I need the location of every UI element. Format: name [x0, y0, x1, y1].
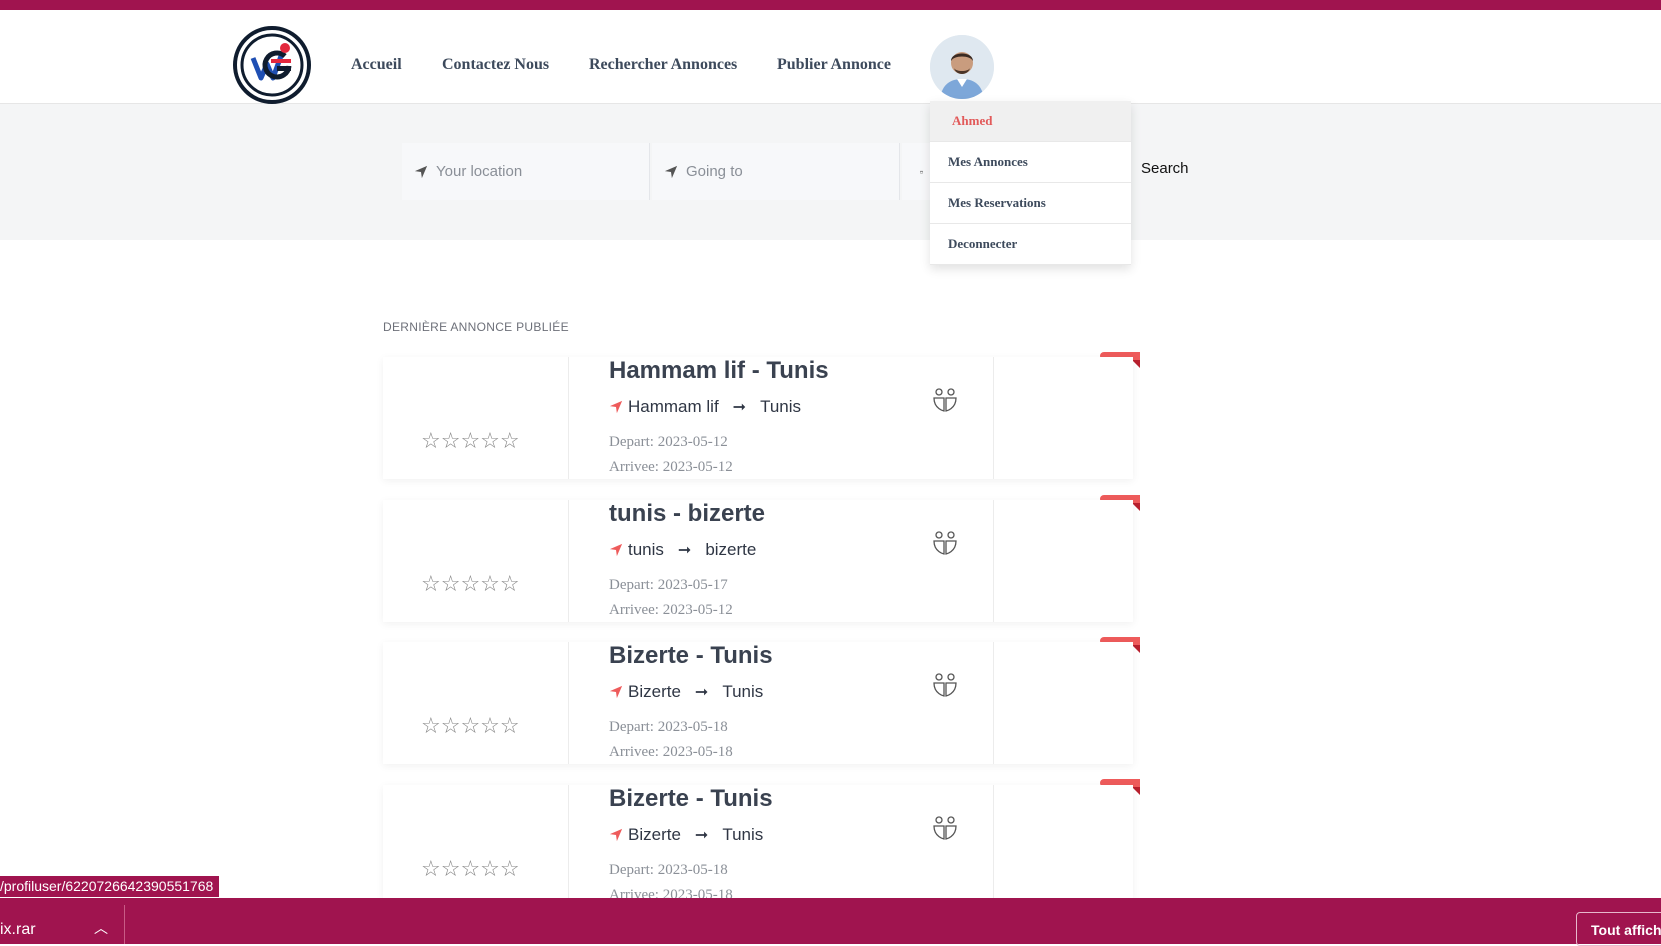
- card-depart: Depart: 2023-05-18: [609, 719, 728, 735]
- card-arrivee: Arrivee: 2023-05-18: [609, 744, 733, 760]
- card-route: Hammam lif ➞ Tunis: [609, 397, 801, 417]
- dropdown-mes-annonces[interactable]: Mes Annonces: [930, 142, 1131, 183]
- card-title[interactable]: Bizerte - Tunis: [609, 785, 773, 813]
- card-rating-panel: ☆☆☆☆☆: [383, 642, 569, 764]
- route-arrow-icon: ➞: [694, 827, 709, 844]
- location-arrow-icon: [414, 165, 428, 178]
- show-all-downloads-button[interactable]: Tout affich: [1576, 912, 1661, 946]
- section-title: DERNIÈRE ANNONCE PUBLIÉE: [383, 320, 569, 334]
- route-to: Tunis: [760, 397, 802, 416]
- card-arrivee: Arrivee: 2023-05-12: [609, 459, 733, 475]
- card-route: tunis ➞ bizerte: [609, 540, 756, 560]
- top-accent-bar: [0, 0, 1661, 10]
- download-separator: [124, 905, 125, 944]
- star-rating-icon: ☆☆☆☆☆: [421, 429, 520, 454]
- location-arrow-icon: [609, 685, 623, 699]
- location-arrow-icon: [664, 165, 678, 178]
- dropdown-mes-reservations[interactable]: Mes Reservations: [930, 183, 1131, 224]
- nav-contactez-nous[interactable]: Contactez Nous: [442, 56, 549, 74]
- route-from: Bizerte: [628, 682, 681, 701]
- card-route: Bizerte ➞ Tunis: [609, 682, 763, 702]
- card-rating-panel: ☆☆☆☆☆: [383, 500, 569, 622]
- route-to: Tunis: [722, 682, 764, 701]
- dropdown-deconnecter[interactable]: Deconnecter: [930, 224, 1131, 265]
- site-header: Accueil Contactez Nous Rechercher Annonc…: [0, 10, 1661, 104]
- card-depart: Depart: 2023-05-12: [609, 434, 728, 450]
- star-rating-icon: ☆☆☆☆☆: [421, 714, 520, 739]
- dropdown-username[interactable]: Ahmed: [930, 101, 1131, 142]
- route-to: Tunis: [722, 825, 764, 844]
- card-title[interactable]: tunis - bizerte: [609, 500, 765, 528]
- card-image-panel: [993, 357, 1134, 479]
- route-arrow-icon: ➞: [694, 684, 709, 701]
- download-bar: [0, 898, 1661, 944]
- route-from: tunis: [628, 540, 664, 559]
- card-title[interactable]: Bizerte - Tunis: [609, 642, 773, 670]
- card-image-panel: [993, 500, 1134, 622]
- card-rating-panel: ☆☆☆☆☆: [383, 357, 569, 479]
- user-avatar[interactable]: [930, 35, 994, 99]
- from-location-placeholder: Your location: [436, 163, 523, 180]
- card-depart: Depart: 2023-05-18: [609, 862, 728, 878]
- listing-card[interactable]: ☆☆☆☆☆ Bizerte - Tunis Bizerte ➞ Tunis De…: [383, 785, 1134, 903]
- calendar-icon: [920, 170, 923, 173]
- seat-icon: [933, 388, 957, 412]
- listing-card[interactable]: ☆☆☆☆☆ tunis - bizerte tunis ➞ bizerte De…: [383, 500, 1133, 622]
- route-from: Bizerte: [628, 825, 681, 844]
- status-bar-url: /profiluser/6220726642390551768: [0, 876, 220, 897]
- seat-icon: [933, 816, 957, 840]
- user-dropdown-menu: Ahmed Mes Annonces Mes Reservations Deco…: [930, 101, 1131, 265]
- card-image-panel: [993, 785, 1134, 898]
- chevron-up-icon[interactable]: ︿: [94, 918, 108, 938]
- listing-card[interactable]: ☆☆☆☆☆ Bizerte - Tunis Bizerte ➞ Tunis De…: [383, 642, 1133, 764]
- site-logo[interactable]: [233, 26, 311, 104]
- nav-rechercher-annonces[interactable]: Rechercher Annonces: [589, 56, 737, 74]
- nav-publier-annonce[interactable]: Publier Annonce: [777, 56, 891, 74]
- card-route: Bizerte ➞ Tunis: [609, 825, 763, 845]
- avatar-image: [930, 35, 994, 99]
- location-arrow-icon: [609, 543, 623, 557]
- from-location-field[interactable]: Your location: [402, 143, 650, 200]
- download-file-name[interactable]: ix.rar: [0, 921, 36, 939]
- seat-icon: [933, 673, 957, 697]
- date-field[interactable]: [902, 143, 932, 200]
- card-rating-panel: ☆☆☆☆☆: [383, 785, 569, 898]
- star-rating-icon: ☆☆☆☆☆: [421, 857, 520, 882]
- card-arrivee: Arrivee: 2023-05-12: [609, 602, 733, 618]
- nav-accueil[interactable]: Accueil: [351, 56, 402, 74]
- route-from: Hammam lif: [628, 397, 719, 416]
- listing-card[interactable]: ☆☆☆☆☆ Hammam lif - Tunis Hammam lif ➞ Tu…: [383, 357, 1133, 479]
- to-location-field[interactable]: Going to: [652, 143, 900, 200]
- route-to: bizerte: [705, 540, 757, 559]
- location-arrow-icon: [609, 828, 623, 842]
- seat-icon: [933, 531, 957, 555]
- route-arrow-icon: ➞: [677, 542, 692, 559]
- search-button[interactable]: Search: [1141, 160, 1189, 177]
- card-depart: Depart: 2023-05-17: [609, 577, 728, 593]
- card-title[interactable]: Hammam lif - Tunis: [609, 357, 829, 385]
- route-arrow-icon: ➞: [732, 399, 747, 416]
- to-location-placeholder: Going to: [686, 163, 743, 180]
- location-arrow-icon: [609, 400, 623, 414]
- star-rating-icon: ☆☆☆☆☆: [421, 572, 520, 597]
- card-image-panel: [993, 642, 1134, 764]
